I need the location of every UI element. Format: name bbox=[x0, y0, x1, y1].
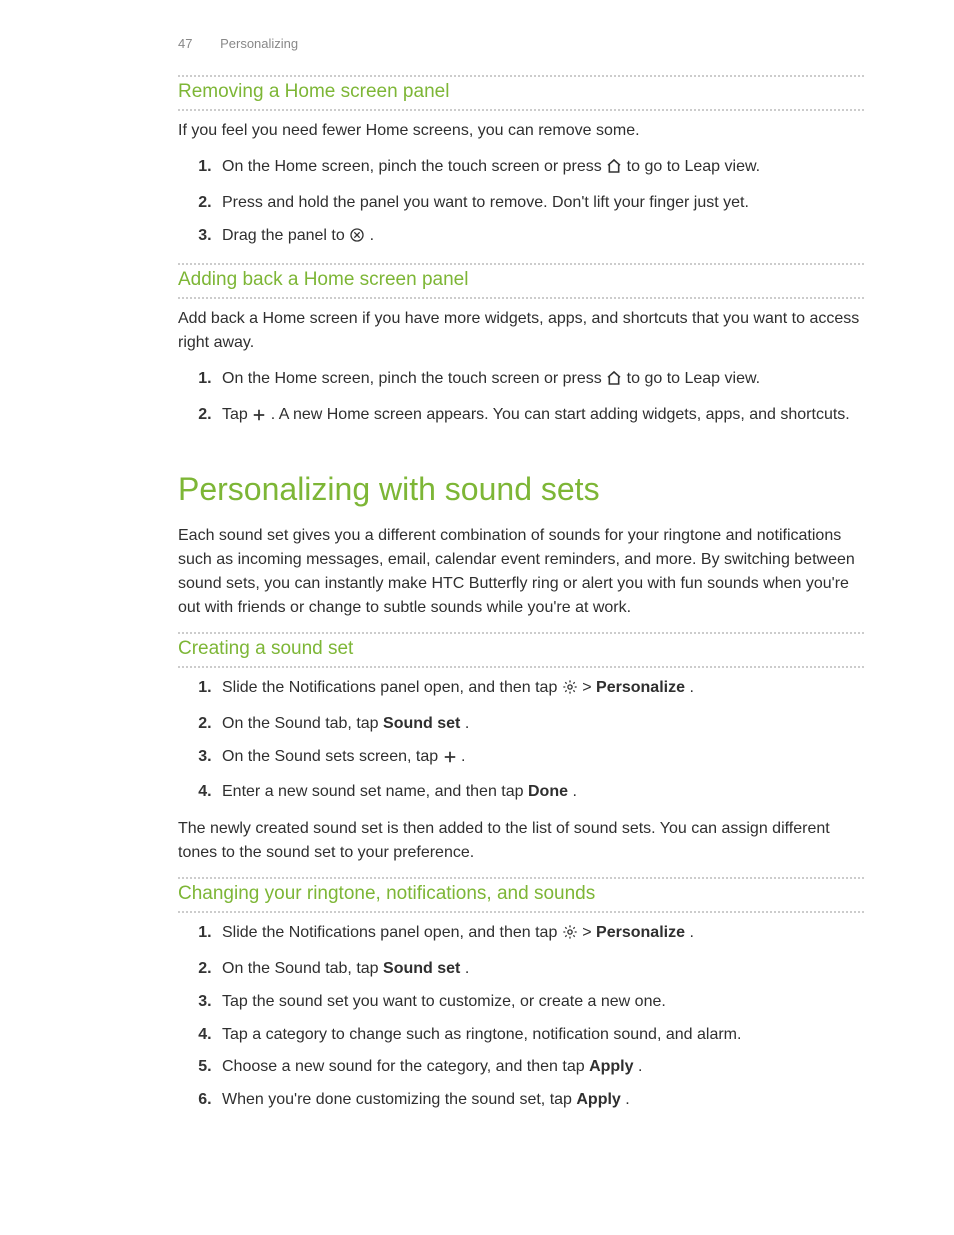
paragraph: If you feel you need fewer Home screens,… bbox=[178, 119, 864, 143]
step-item: On the Sound tab, tap Sound set . bbox=[216, 712, 864, 737]
step-bold: Sound set bbox=[383, 960, 460, 977]
step-text: On the Sound tab, tap bbox=[222, 715, 383, 732]
paragraph: Each sound set gives you a different com… bbox=[178, 524, 864, 620]
step-text: > bbox=[582, 924, 596, 941]
step-text: . bbox=[572, 783, 576, 800]
step-text: On the Sound tab, tap bbox=[222, 960, 383, 977]
step-text: . A new Home screen appears. You can sta… bbox=[271, 406, 850, 423]
home-icon bbox=[606, 158, 622, 183]
subheading-removing: Removing a Home screen panel bbox=[178, 79, 864, 103]
step-bold: Personalize bbox=[596, 679, 685, 696]
step-bold: Apply bbox=[589, 1058, 633, 1075]
divider bbox=[178, 666, 864, 668]
step-text: Slide the Notifications panel open, and … bbox=[222, 679, 562, 696]
step-text: Choose a new sound for the category, and… bbox=[222, 1058, 589, 1075]
steps-removing: On the Home screen, pinch the touch scre… bbox=[190, 155, 864, 251]
step-item: When you're done customizing the sound s… bbox=[216, 1088, 864, 1113]
step-item: On the Home screen, pinch the touch scre… bbox=[216, 155, 864, 183]
step-bold: Done bbox=[528, 783, 568, 800]
step-text: . bbox=[461, 748, 465, 765]
plus-icon bbox=[252, 406, 266, 431]
step-text: . bbox=[689, 679, 693, 696]
settings-gear-icon bbox=[562, 924, 578, 949]
step-item: Drag the panel to . bbox=[216, 224, 864, 252]
step-bold: Apply bbox=[576, 1091, 620, 1108]
step-item: On the Home screen, pinch the touch scre… bbox=[216, 367, 864, 395]
paragraph: The newly created sound set is then adde… bbox=[178, 817, 864, 865]
step-text: On the Home screen, pinch the touch scre… bbox=[222, 370, 606, 387]
document-page: 47 Personalizing Removing a Home screen … bbox=[0, 0, 954, 1235]
divider bbox=[178, 297, 864, 299]
step-text: . bbox=[625, 1091, 629, 1108]
steps-changing: Slide the Notifications panel open, and … bbox=[190, 921, 864, 1113]
step-item: Tap a category to change such as rington… bbox=[216, 1023, 864, 1048]
step-text: Tap the sound set you want to customize,… bbox=[222, 993, 666, 1010]
step-text: On the Sound sets screen, tap bbox=[222, 748, 443, 765]
step-item: Slide the Notifications panel open, and … bbox=[216, 676, 864, 704]
divider bbox=[178, 75, 864, 77]
step-item: On the Sound sets screen, tap . bbox=[216, 745, 864, 773]
paragraph: Add back a Home screen if you have more … bbox=[178, 307, 864, 355]
subheading-adding: Adding back a Home screen panel bbox=[178, 267, 864, 291]
step-text: to go to Leap view. bbox=[627, 370, 760, 387]
remove-circle-x-icon bbox=[349, 227, 365, 252]
step-item: Choose a new sound for the category, and… bbox=[216, 1055, 864, 1080]
page-number: 47 bbox=[178, 36, 192, 51]
step-text: When you're done customizing the sound s… bbox=[222, 1091, 576, 1108]
step-text: Enter a new sound set name, and then tap bbox=[222, 783, 528, 800]
step-bold: Personalize bbox=[596, 924, 685, 941]
step-text: Slide the Notifications panel open, and … bbox=[222, 924, 562, 941]
step-item: Tap the sound set you want to customize,… bbox=[216, 990, 864, 1015]
step-item: On the Sound tab, tap Sound set . bbox=[216, 957, 864, 982]
subheading-changing: Changing your ringtone, notifications, a… bbox=[178, 881, 864, 905]
step-bold: Sound set bbox=[383, 715, 460, 732]
step-text: . bbox=[370, 227, 374, 244]
divider bbox=[178, 632, 864, 634]
step-text: . bbox=[638, 1058, 642, 1075]
step-text: to go to Leap view. bbox=[627, 158, 760, 175]
step-text: . bbox=[465, 960, 469, 977]
step-item: Slide the Notifications panel open, and … bbox=[216, 921, 864, 949]
step-text: Tap a category to change such as rington… bbox=[222, 1026, 741, 1043]
step-item: Tap . A new Home screen appears. You can… bbox=[216, 403, 864, 431]
plus-icon bbox=[443, 748, 457, 773]
divider bbox=[178, 877, 864, 879]
step-text: Press and hold the panel you want to rem… bbox=[222, 194, 749, 211]
divider bbox=[178, 911, 864, 913]
page-header: 47 Personalizing bbox=[178, 36, 864, 51]
step-text: Drag the panel to bbox=[222, 227, 349, 244]
home-icon bbox=[606, 370, 622, 395]
step-text: Tap bbox=[222, 406, 252, 423]
heading-sound-sets: Personalizing with sound sets bbox=[178, 471, 864, 508]
step-text: On the Home screen, pinch the touch scre… bbox=[222, 158, 606, 175]
settings-gear-icon bbox=[562, 679, 578, 704]
step-item: Press and hold the panel you want to rem… bbox=[216, 191, 864, 216]
step-text: . bbox=[689, 924, 693, 941]
steps-creating: Slide the Notifications panel open, and … bbox=[190, 676, 864, 805]
step-text: . bbox=[465, 715, 469, 732]
subheading-creating: Creating a sound set bbox=[178, 636, 864, 660]
steps-adding: On the Home screen, pinch the touch scre… bbox=[190, 367, 864, 431]
divider bbox=[178, 263, 864, 265]
step-item: Enter a new sound set name, and then tap… bbox=[216, 780, 864, 805]
section-name: Personalizing bbox=[220, 36, 298, 51]
divider bbox=[178, 109, 864, 111]
step-text: > bbox=[582, 679, 596, 696]
